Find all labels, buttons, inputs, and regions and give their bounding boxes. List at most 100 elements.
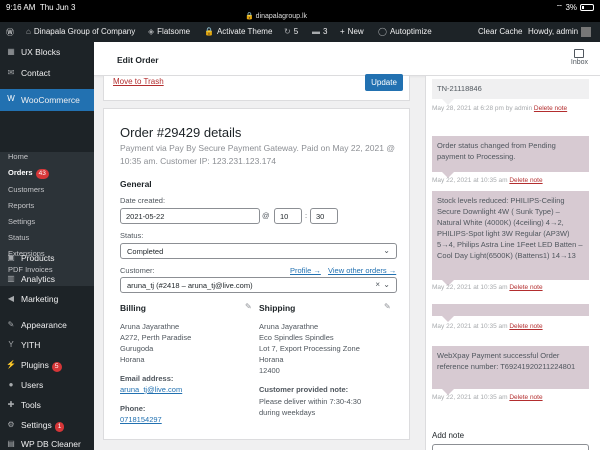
edit-shipping-pencil-icon[interactable]: ✎: [384, 302, 391, 311]
comment-icon: ▬: [312, 27, 320, 36]
view-other-orders-link[interactable]: View other orders →: [328, 266, 396, 275]
url-text: dinapalagroup.lk: [255, 13, 308, 20]
note-meta: May 22, 2021 at 10:35 am Delete note: [432, 394, 543, 401]
database-icon: ▤: [7, 439, 15, 448]
battery-percent: 3%: [565, 3, 577, 12]
mail-icon: ✉: [7, 68, 15, 77]
billing-address: Aruna Jayarathne A272, Perth Paradise Gu…: [120, 322, 192, 364]
add-note-textarea[interactable]: [432, 444, 589, 450]
note-meta: May 22, 2021 at 10:35 am Delete note: [432, 177, 543, 184]
note-meta: May 22, 2021 at 10:35 am Delete note: [432, 284, 543, 291]
delete-note-link[interactable]: Delete note: [509, 177, 542, 184]
sidebar-item-contact[interactable]: ✉ Contact: [0, 63, 94, 83]
customer-note: Please deliver within 7:30-4:30 during w…: [259, 397, 362, 417]
shipping-address: Aruna Jayarathne Eco Spindles Spindles L…: [259, 322, 360, 375]
plugins-count-badge: 5: [51, 362, 62, 372]
delete-note-link[interactable]: Delete note: [509, 323, 542, 330]
minute-input[interactable]: 30: [310, 208, 338, 224]
analytics-icon: ▥: [7, 274, 15, 283]
email-label: Email address:: [120, 374, 174, 383]
page-title: Edit Order: [117, 55, 159, 65]
flatsome-icon: ◈: [148, 27, 155, 36]
site-name-link[interactable]: ⌂ Dinapala Group of Company: [26, 27, 135, 36]
url-bar[interactable]: 🔒 dinapalagroup.lk: [245, 12, 307, 20]
admin-sidebar: ▦ UX Blocks ✉ Contact W WooCommerce Home Or…: [0, 42, 94, 450]
sidebar-item-analytics[interactable]: ▥ Analytics: [0, 269, 94, 289]
flatsome-link[interactable]: ◈ Flatsome: [148, 27, 190, 36]
customer-label: Customer:: [120, 266, 155, 275]
page-header: Edit Order Inbox: [94, 42, 600, 76]
date-created-input[interactable]: 2021-05-22: [120, 208, 260, 224]
sidebar-item-settings[interactable]: ⚙ Settings 1: [0, 415, 94, 435]
sidebar-item-users[interactable]: ● Users: [0, 375, 94, 395]
wifi-icon: ⌔: [555, 3, 564, 12]
sidebar-item-ux-blocks[interactable]: ▦ UX Blocks: [0, 42, 94, 62]
inbox-button[interactable]: Inbox: [571, 49, 588, 66]
sidebar-item-yith[interactable]: Y YITH: [0, 335, 94, 355]
sidebar-item-products[interactable]: ▣ Products: [0, 248, 94, 268]
order-details-panel: Order #29429 details Payment via Pay By …: [103, 108, 410, 440]
sidebar-item-appearance[interactable]: ✎ Appearance: [0, 315, 94, 335]
status-select[interactable]: Completed ⌄: [120, 243, 397, 259]
sidebar-item-marketing[interactable]: ◀ Marketing: [0, 289, 94, 309]
wp-admin-bar: Ⓦ ⌂ Dinapala Group of Company ◈ Flatsome 🔒…: [0, 22, 600, 42]
updates-link[interactable]: ↻ 5: [284, 27, 298, 36]
sidebar-item-tools[interactable]: ✚ Tools: [0, 395, 94, 415]
plug-icon: ⚡: [6, 360, 16, 369]
sidebar-item-plugins[interactable]: ⚡ Plugins 5: [0, 355, 94, 375]
edit-billing-pencil-icon[interactable]: ✎: [245, 302, 252, 311]
status-time: 9:16 AM: [6, 3, 36, 12]
autoptimize-link[interactable]: ◯ Autoptimize: [378, 27, 432, 36]
lock-icon: 🔒: [245, 13, 254, 20]
wordpress-logo-icon[interactable]: Ⓦ: [6, 27, 14, 38]
order-note: WebXpay Payment successful Order referen…: [432, 346, 589, 395]
submenu-status[interactable]: Status: [8, 233, 29, 242]
howdy-user-menu[interactable]: Howdy, admin: [528, 27, 592, 37]
add-note-label: Add note: [432, 431, 465, 440]
clear-icon[interactable]: ×: [375, 280, 380, 289]
refresh-icon: ↻: [284, 27, 291, 36]
new-content-link[interactable]: + New: [340, 27, 364, 36]
inbox-icon: [574, 49, 585, 58]
submenu-customers[interactable]: Customers: [8, 185, 44, 194]
home-icon: ⌂: [26, 27, 31, 36]
move-to-trash-link[interactable]: Move to Trash: [113, 77, 164, 86]
products-icon: ▣: [7, 253, 15, 262]
submenu-orders[interactable]: Orders 43: [8, 168, 49, 179]
autoptimize-icon: ◯: [378, 27, 387, 36]
order-note: TN-21118846: [432, 79, 589, 105]
phone-label: Phone:: [120, 404, 146, 413]
battery-icon: [580, 4, 594, 12]
order-notes-panel: TN-21118846 May 28, 2021 at 6:28 pm by a…: [425, 76, 600, 450]
hour-input[interactable]: 10: [274, 208, 302, 224]
submenu-home[interactable]: Home: [8, 152, 28, 161]
phone-link[interactable]: 0718154297: [120, 415, 162, 424]
chevron-down-icon: ⌄: [383, 246, 390, 255]
delete-note-link[interactable]: Delete note: [509, 394, 542, 401]
delete-note-link[interactable]: Delete note: [534, 105, 567, 112]
settings-icon: ⚙: [7, 420, 15, 429]
comments-link[interactable]: ▬ 3: [312, 27, 327, 36]
customer-select[interactable]: aruna_tj (#2418 – aruna_tj@live.com) × ⌄: [120, 277, 397, 293]
profile-link[interactable]: Profile →: [290, 266, 321, 275]
megaphone-icon: ◀: [7, 294, 15, 303]
note-meta: May 22, 2021 at 10:35 am Delete note: [432, 323, 543, 330]
woocommerce-icon: W: [7, 94, 15, 103]
clear-cache-link[interactable]: Clear Cache: [478, 27, 522, 36]
delete-note-link[interactable]: Delete note: [509, 284, 542, 291]
email-link[interactable]: aruna_tj@live.com: [120, 385, 182, 394]
submenu-reports[interactable]: Reports: [8, 201, 34, 210]
orders-count-badge: 43: [35, 169, 49, 179]
order-note: Stock levels reduced: PHILIPS-Ceiling Se…: [432, 191, 589, 286]
sidebar-item-wp-db-cleaner[interactable]: ▤ WP DB Cleaner: [0, 434, 94, 450]
settings-count-badge: 1: [54, 422, 65, 432]
order-payment-info: Payment via Pay By Secure Payment Gatewa…: [120, 143, 395, 166]
time-separator: :: [305, 211, 308, 220]
order-note: Order status changed from Pending paymen…: [432, 136, 589, 178]
status-label: Status:: [120, 231, 144, 240]
sidebar-item-woocommerce[interactable]: W WooCommerce: [0, 89, 94, 111]
avatar: [581, 27, 592, 37]
update-button[interactable]: Update: [365, 74, 403, 91]
submenu-settings[interactable]: Settings: [8, 217, 35, 226]
activate-theme-link[interactable]: 🔒 Activate Theme: [204, 27, 272, 36]
